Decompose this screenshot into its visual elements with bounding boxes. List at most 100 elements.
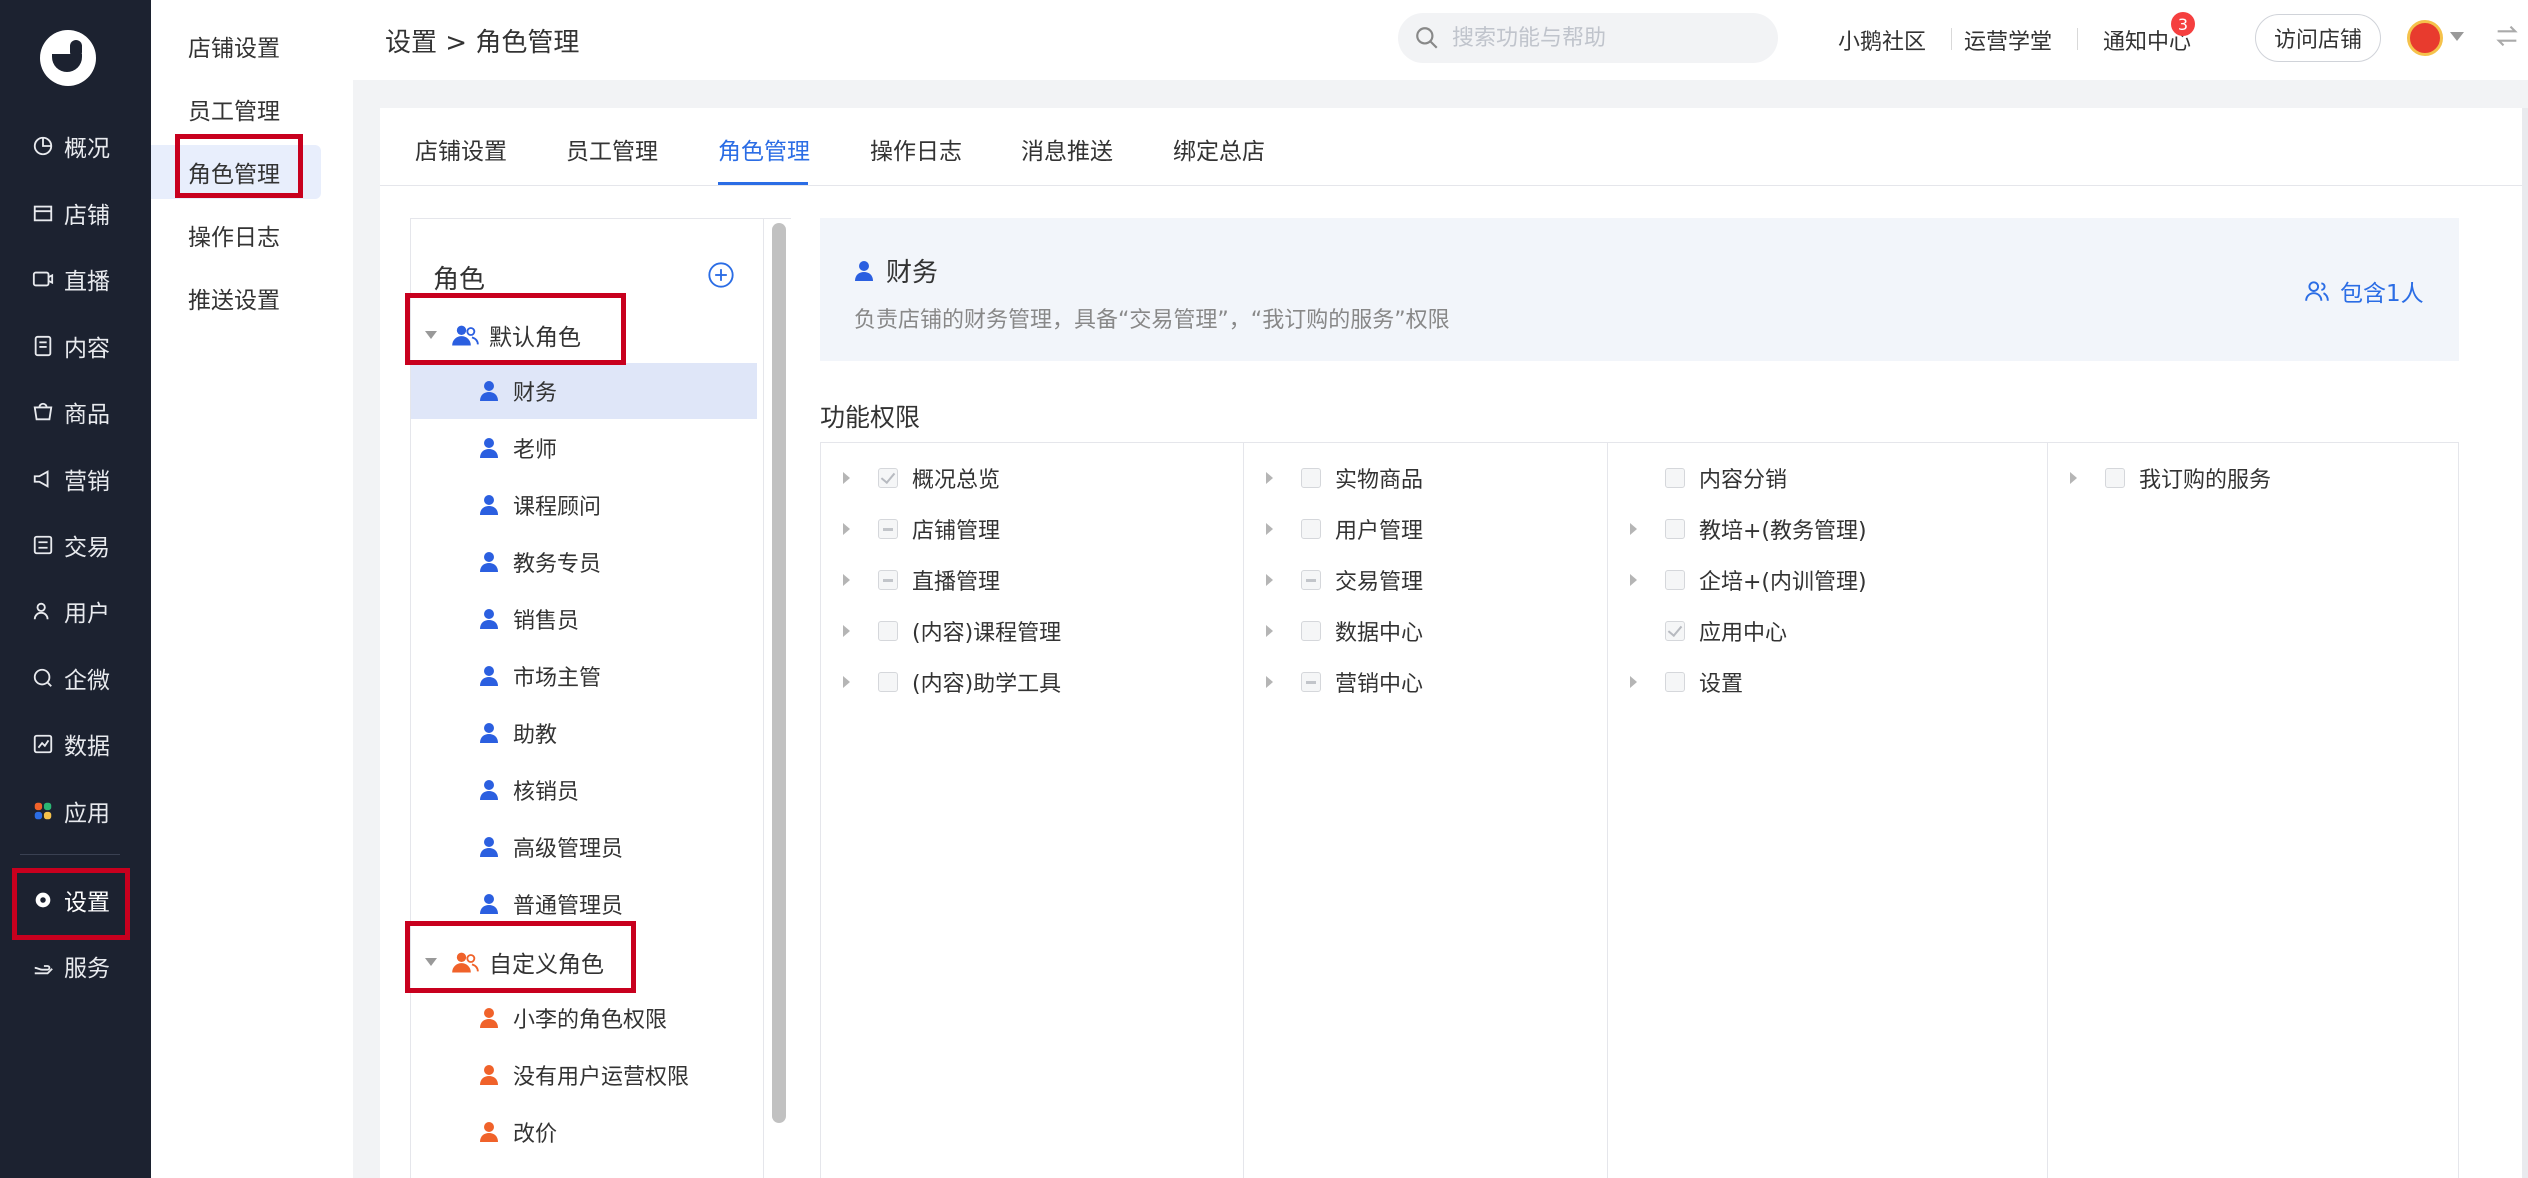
permission-row[interactable]: 我订购的服务 [2048,453,2271,503]
permission-checkbox[interactable] [878,621,898,641]
role-item[interactable]: 教务专员 [411,534,757,590]
expand-arrow-icon[interactable] [843,523,850,535]
permission-checkbox[interactable] [2105,468,2125,488]
role-description: 负责店铺的财务管理，具备“交易管理”，“我订购的服务”权限 [854,308,1450,333]
app-logo-icon[interactable] [40,30,96,86]
permission-checkbox[interactable] [1301,468,1321,488]
role-item[interactable]: 课程顾问 [411,477,757,533]
role-item[interactable]: 财务 [411,363,757,419]
role-item[interactable]: 高级管理员 [411,819,757,875]
expand-arrow-icon[interactable] [1630,574,1637,586]
nav-item-4[interactable]: 商品 [0,384,151,440]
role-item[interactable]: 市场主管 [411,648,757,704]
role-item[interactable]: 老师 [411,420,757,476]
page-scrollbar[interactable] [2522,108,2528,1178]
expand-arrow-icon[interactable] [843,472,850,484]
tab-push[interactable]: 消息推送 [1021,132,1113,166]
nav-item-3[interactable]: 内容 [0,318,151,374]
visit-store-button[interactable]: 访问店铺 [2255,14,2381,62]
permission-checkbox[interactable] [1301,519,1321,539]
subnav-item-staff[interactable]: 员工管理 [151,82,321,136]
permission-checkbox[interactable] [1665,621,1685,641]
nav-item-8[interactable]: 企微 [0,650,151,706]
expand-arrow-icon[interactable] [1630,523,1637,535]
community-link[interactable]: 小鹅社区 [1838,24,1926,56]
role-item[interactable]: 普通管理员 [411,876,757,932]
subnav-item-roles[interactable]: 角色管理 [151,145,321,199]
permission-row[interactable]: 应用中心 [1608,606,1787,656]
custom-role-item[interactable]: 小李的角色权限 [411,990,757,1046]
permission-row[interactable]: 实物商品 [1244,453,1423,503]
custom-role-item[interactable]: 没有用户运营权限 [411,1047,757,1103]
search-box[interactable] [1398,13,1778,63]
role-item[interactable]: 核销员 [411,762,757,818]
permission-checkbox[interactable] [878,519,898,539]
permission-row[interactable]: 用户管理 [1244,504,1423,554]
permission-checkbox[interactable] [1665,468,1685,488]
permission-row[interactable]: 设置 [1608,657,1743,707]
tab-logs[interactable]: 操作日志 [870,132,962,166]
subnav-item-store-settings[interactable]: 店铺设置 [151,19,321,73]
permission-checkbox[interactable] [878,570,898,590]
tab-roles[interactable]: 角色管理 [718,132,810,166]
role-item[interactable]: 助教 [411,705,757,761]
default-role-group[interactable]: 默认角色 [421,307,581,363]
expand-arrow-icon[interactable] [1266,574,1273,586]
permission-checkbox[interactable] [878,468,898,488]
chevron-down-icon[interactable] [2450,32,2464,41]
tab-bind-head-store[interactable]: 绑定总店 [1173,132,1265,166]
nav-item-0[interactable]: 概况 [0,118,151,174]
permission-checkbox[interactable] [878,672,898,692]
permission-checkbox[interactable] [1665,519,1685,539]
role-item[interactable]: 销售员 [411,591,757,647]
permission-checkbox[interactable] [1301,570,1321,590]
permission-row[interactable]: 店铺管理 [821,504,1000,554]
expand-arrow-icon[interactable] [1266,676,1273,688]
subnav-item-push[interactable]: 推送设置 [151,271,321,325]
permission-row[interactable]: 内容分销 [1608,453,1787,503]
avatar[interactable] [2407,20,2443,56]
expand-arrow-icon[interactable] [843,676,850,688]
add-role-icon[interactable] [707,261,735,289]
expand-arrow-icon[interactable] [1266,523,1273,535]
custom-role-group[interactable]: 自定义角色 [421,934,604,990]
expand-arrow-icon[interactable] [843,574,850,586]
tab-staff[interactable]: 员工管理 [566,132,658,166]
expand-arrow-icon[interactable] [1630,676,1637,688]
permission-row[interactable]: 企培+(内训管理) [1608,555,1867,605]
permission-checkbox[interactable] [1665,570,1685,590]
expand-arrow-icon[interactable] [1266,625,1273,637]
expand-arrow-icon[interactable] [1266,472,1273,484]
permission-checkbox[interactable] [1665,672,1685,692]
tab-store-settings[interactable]: 店铺设置 [415,132,507,166]
search-input[interactable] [1452,25,1752,51]
custom-role-item[interactable]: 改价 [411,1104,757,1160]
academy-link[interactable]: 运营学堂 [1964,24,2052,56]
permission-row[interactable]: 营销中心 [1244,657,1423,707]
member-count-link[interactable]: 包含1人 [2304,274,2424,308]
expand-arrow-icon[interactable] [843,625,850,637]
nav-item-9[interactable]: 数据 [0,716,151,772]
permission-row[interactable]: (内容)课程管理 [821,606,1061,656]
permission-row[interactable]: 概况总览 [821,453,1000,503]
permission-row[interactable]: 教培+(教务管理) [1608,504,1867,554]
nav-item-6[interactable]: 交易 [0,517,151,573]
subnav-item-logs[interactable]: 操作日志 [151,208,321,262]
permission-checkbox[interactable] [1301,672,1321,692]
permission-row[interactable]: (内容)助学工具 [821,657,1061,707]
expand-arrow-icon[interactable] [2070,472,2077,484]
permission-row[interactable]: 直播管理 [821,555,1000,605]
scrollbar-thumb[interactable] [772,223,786,1123]
nav-item-11[interactable]: 设置 [0,872,151,928]
nav-item-1[interactable]: 店铺 [0,185,151,241]
nav-item-5[interactable]: 营销 [0,451,151,507]
permission-row[interactable]: 交易管理 [1244,555,1423,605]
permission-row[interactable]: 数据中心 [1244,606,1423,656]
switch-arrows-icon[interactable] [2493,22,2521,50]
nav-item-7[interactable]: 用户 [0,583,151,639]
nav-item-12[interactable]: 服务 [0,938,151,994]
nav-item-10[interactable]: 应用 [0,783,151,839]
role-tree-scrollbar[interactable] [763,219,791,1178]
nav-item-2[interactable]: 直播 [0,251,151,307]
permission-checkbox[interactable] [1301,621,1321,641]
